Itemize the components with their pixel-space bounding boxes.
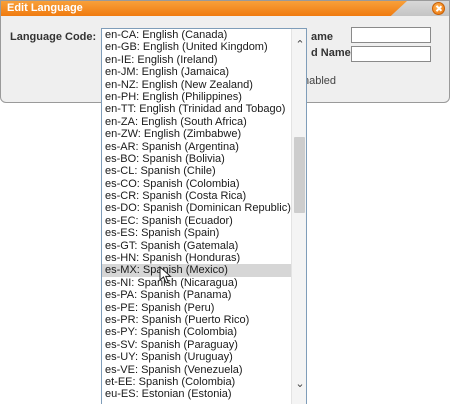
dropdown-option[interactable]: es-PY: Spanish (Colombia) <box>102 326 292 338</box>
dropdown-option[interactable]: es-CL: Spanish (Chile) <box>102 165 292 177</box>
dropdown-option[interactable]: es-PR: Spanish (Puerto Rico) <box>102 314 292 326</box>
chevron-up-icon[interactable]: ⌃ <box>295 39 305 50</box>
dropdown-option[interactable]: es-GT: Spanish (Gatemala) <box>102 240 292 252</box>
dropdown-option[interactable]: es-HN: Spanish (Honduras) <box>102 252 292 264</box>
dropdown-option[interactable]: es-DO: Spanish (Dominican Republic) <box>102 202 292 214</box>
dropdown-option[interactable]: es-SV: Spanish (Paraguay) <box>102 339 292 351</box>
dropdown-option[interactable]: es-AR: Spanish (Argentina) <box>102 141 292 153</box>
dropdown-option[interactable]: en-IE: English (Ireland) <box>102 54 292 66</box>
dropdown-option[interactable]: es-MX: Spanish (Mexico) <box>102 264 292 277</box>
dropdown-option[interactable]: en-CA: English (Canada) <box>102 29 292 41</box>
dropdown-options: en-CA: English (Canada) en-GB: English (U… <box>102 29 292 401</box>
dropdown-option[interactable]: es-PA: Spanish (Panama) <box>102 289 292 301</box>
english-name-label: d Name <box>311 47 351 59</box>
dropdown-option[interactable]: en-PH: English (Philippines) <box>102 91 292 103</box>
dropdown-option[interactable]: es-PE: Spanish (Peru) <box>102 302 292 314</box>
dropdown-option[interactable]: es-ES: Spanish (Spain) <box>102 227 292 239</box>
dropdown-option[interactable]: en-JM: English (Jamaica) <box>102 66 292 78</box>
dropdown-option[interactable]: es-EC: Spanish (Ecuador) <box>102 215 292 227</box>
language-code-label: Language Code: <box>10 31 97 43</box>
dropdown-option[interactable]: es-NI: Spanish (Nicaragua) <box>102 277 292 289</box>
dropdown-option[interactable]: es-CO: Spanish (Colombia) <box>102 178 292 190</box>
close-icon[interactable] <box>432 2 445 15</box>
enabled-label: nabled <box>303 75 337 87</box>
mouse-pointer-icon <box>159 266 172 284</box>
dropdown-option[interactable]: en-GB: English (United Kingdom) <box>102 41 292 53</box>
dropdown-option[interactable]: en-ZA: English (South Africa) <box>102 116 292 128</box>
english-name-input[interactable] <box>351 46 431 62</box>
scrollbar-thumb[interactable] <box>294 137 305 213</box>
chevron-down-icon[interactable]: ⌄ <box>295 378 305 389</box>
dialog-title: Edit Language <box>7 2 83 14</box>
dropdown-option[interactable]: es-UY: Spanish (Uruguay) <box>102 351 292 363</box>
dropdown-option[interactable]: es-BO: Spanish (Bolivia) <box>102 153 292 165</box>
language-code-dropdown-list[interactable]: en-CA: English (Canada) en-GB: English (U… <box>101 28 307 404</box>
dropdown-option[interactable]: eu-ES: Estonian (Estonia) <box>102 388 292 400</box>
dropdown-option[interactable]: en-TT: English (Trinidad and Tobago) <box>102 103 292 115</box>
dropdown-option[interactable]: en-NZ: English (New Zealand) <box>102 79 292 91</box>
native-name-label: ame <box>311 31 334 43</box>
dropdown-option[interactable]: es-CR: Spanish (Costa Rica) <box>102 190 292 202</box>
dropdown-option[interactable]: es-VE: Spanish (Venezuela) <box>102 364 292 376</box>
scrollbar[interactable]: ⌃ ⌄ <box>291 29 306 404</box>
native-name-input[interactable] <box>351 27 431 43</box>
dropdown-option[interactable]: en-ZW: English (Zimbabwe) <box>102 128 292 140</box>
dropdown-option[interactable]: et-EE: Spanish (Colombia) <box>102 376 292 388</box>
title-bar[interactable]: Edit Language <box>1 1 449 16</box>
